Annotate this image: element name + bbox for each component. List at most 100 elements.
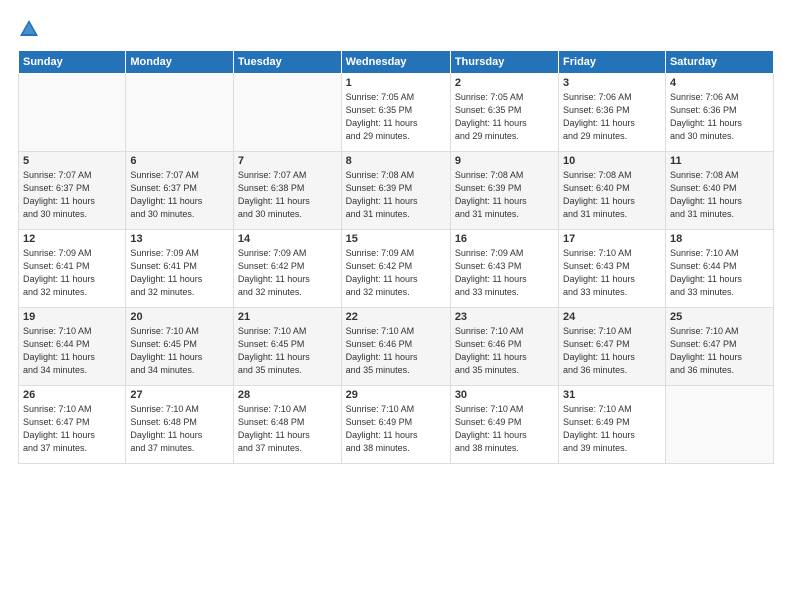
calendar-cell: 26 Sunrise: 7:10 AMSunset: 6:47 PMDayligh…: [19, 386, 126, 464]
day-info: Sunrise: 7:10 AMSunset: 6:44 PMDaylight:…: [23, 325, 121, 377]
calendar-cell: 21 Sunrise: 7:10 AMSunset: 6:45 PMDayligh…: [233, 308, 341, 386]
calendar-header-wednesday: Wednesday: [341, 51, 450, 74]
day-number: 12: [23, 233, 121, 245]
day-number: 17: [563, 233, 661, 245]
day-info: Sunrise: 7:09 AMSunset: 6:41 PMDaylight:…: [130, 247, 229, 299]
day-info: Sunrise: 7:05 AMSunset: 6:35 PMDaylight:…: [346, 91, 446, 143]
day-info: Sunrise: 7:08 AMSunset: 6:39 PMDaylight:…: [346, 169, 446, 221]
day-number: 25: [670, 311, 769, 323]
calendar-cell: 4 Sunrise: 7:06 AMSunset: 6:36 PMDaylight…: [665, 74, 773, 152]
day-info: Sunrise: 7:09 AMSunset: 6:42 PMDaylight:…: [346, 247, 446, 299]
calendar-cell: 19 Sunrise: 7:10 AMSunset: 6:44 PMDayligh…: [19, 308, 126, 386]
day-number: 16: [455, 233, 554, 245]
day-info: Sunrise: 7:07 AMSunset: 6:38 PMDaylight:…: [238, 169, 337, 221]
day-info: Sunrise: 7:10 AMSunset: 6:47 PMDaylight:…: [23, 403, 121, 455]
logo: [18, 18, 43, 40]
calendar-cell: 22 Sunrise: 7:10 AMSunset: 6:46 PMDayligh…: [341, 308, 450, 386]
calendar-cell: [665, 386, 773, 464]
calendar-week-row: 19 Sunrise: 7:10 AMSunset: 6:44 PMDayligh…: [19, 308, 774, 386]
calendar-week-row: 5 Sunrise: 7:07 AMSunset: 6:37 PMDaylight…: [19, 152, 774, 230]
day-number: 20: [130, 311, 229, 323]
day-info: Sunrise: 7:10 AMSunset: 6:45 PMDaylight:…: [130, 325, 229, 377]
calendar-cell: 6 Sunrise: 7:07 AMSunset: 6:37 PMDaylight…: [126, 152, 234, 230]
day-number: 21: [238, 311, 337, 323]
calendar-cell: 30 Sunrise: 7:10 AMSunset: 6:49 PMDayligh…: [450, 386, 558, 464]
calendar-cell: 16 Sunrise: 7:09 AMSunset: 6:43 PMDayligh…: [450, 230, 558, 308]
day-info: Sunrise: 7:09 AMSunset: 6:41 PMDaylight:…: [23, 247, 121, 299]
day-number: 1: [346, 77, 446, 89]
day-number: 30: [455, 389, 554, 401]
day-number: 10: [563, 155, 661, 167]
calendar-cell: 29Sunrise: 7:10 AMSunset: 6:49 PMDayligh…: [341, 386, 450, 464]
day-info: Sunrise: 7:10 AMSunset: 6:46 PMDaylight:…: [346, 325, 446, 377]
calendar-header-saturday: Saturday: [665, 51, 773, 74]
day-info: Sunrise: 7:09 AMSunset: 6:42 PMDaylight:…: [238, 247, 337, 299]
calendar-week-row: 1 Sunrise: 7:05 AMSunset: 6:35 PMDaylight…: [19, 74, 774, 152]
day-number: 24: [563, 311, 661, 323]
day-number: 4: [670, 77, 769, 89]
day-info: Sunrise: 7:10 AMSunset: 6:49 PMDaylight:…: [563, 403, 661, 455]
day-info: Sunrise: 7:06 AMSunset: 6:36 PMDaylight:…: [563, 91, 661, 143]
day-info: Sunrise: 7:09 AMSunset: 6:43 PMDaylight:…: [455, 247, 554, 299]
day-number: 5: [23, 155, 121, 167]
calendar-cell: 17 Sunrise: 7:10 AMSunset: 6:43 PMDayligh…: [559, 230, 666, 308]
day-info: Sunrise: 7:08 AMSunset: 6:40 PMDaylight:…: [563, 169, 661, 221]
day-number: 8: [346, 155, 446, 167]
day-number: 28: [238, 389, 337, 401]
calendar-cell: 13 Sunrise: 7:09 AMSunset: 6:41 PMDayligh…: [126, 230, 234, 308]
calendar-cell: 1 Sunrise: 7:05 AMSunset: 6:35 PMDaylight…: [341, 74, 450, 152]
logo-icon: [18, 18, 40, 40]
day-info: Sunrise: 7:10 AMSunset: 6:44 PMDaylight:…: [670, 247, 769, 299]
calendar-header-monday: Monday: [126, 51, 234, 74]
day-number: 14: [238, 233, 337, 245]
day-info: Sunrise: 7:05 AMSunset: 6:35 PMDaylight:…: [455, 91, 554, 143]
day-number: 3: [563, 77, 661, 89]
day-info: Sunrise: 7:10 AMSunset: 6:47 PMDaylight:…: [563, 325, 661, 377]
calendar-cell: 14 Sunrise: 7:09 AMSunset: 6:42 PMDayligh…: [233, 230, 341, 308]
day-number: 6: [130, 155, 229, 167]
calendar-cell: 31 Sunrise: 7:10 AMSunset: 6:49 PMDayligh…: [559, 386, 666, 464]
day-info: Sunrise: 7:10 AMSunset: 6:47 PMDaylight:…: [670, 325, 769, 377]
day-number: 2: [455, 77, 554, 89]
day-info: Sunrise: 7:08 AMSunset: 6:40 PMDaylight:…: [670, 169, 769, 221]
day-number: 7: [238, 155, 337, 167]
calendar-cell: 25 Sunrise: 7:10 AMSunset: 6:47 PMDayligh…: [665, 308, 773, 386]
day-info: Sunrise: 7:10 AMSunset: 6:49 PMDaylight:…: [346, 403, 446, 455]
calendar-cell: [126, 74, 234, 152]
day-number: 13: [130, 233, 229, 245]
calendar-cell: 24 Sunrise: 7:10 AMSunset: 6:47 PMDayligh…: [559, 308, 666, 386]
day-number: 9: [455, 155, 554, 167]
calendar-table: SundayMondayTuesdayWednesdayThursdayFrid…: [18, 50, 774, 464]
calendar-header-thursday: Thursday: [450, 51, 558, 74]
calendar-cell: 28 Sunrise: 7:10 AMSunset: 6:48 PMDayligh…: [233, 386, 341, 464]
calendar-week-row: 12 Sunrise: 7:09 AMSunset: 6:41 PMDayligh…: [19, 230, 774, 308]
calendar-cell: 8 Sunrise: 7:08 AMSunset: 6:39 PMDaylight…: [341, 152, 450, 230]
calendar-cell: 12 Sunrise: 7:09 AMSunset: 6:41 PMDayligh…: [19, 230, 126, 308]
day-number: 27: [130, 389, 229, 401]
day-info: Sunrise: 7:07 AMSunset: 6:37 PMDaylight:…: [23, 169, 121, 221]
calendar-cell: 23Sunrise: 7:10 AMSunset: 6:46 PMDayligh…: [450, 308, 558, 386]
calendar-header-friday: Friday: [559, 51, 666, 74]
calendar-cell: 10 Sunrise: 7:08 AMSunset: 6:40 PMDayligh…: [559, 152, 666, 230]
day-number: 11: [670, 155, 769, 167]
day-number: 26: [23, 389, 121, 401]
day-number: 18: [670, 233, 769, 245]
calendar-cell: [19, 74, 126, 152]
day-info: Sunrise: 7:10 AMSunset: 6:48 PMDaylight:…: [238, 403, 337, 455]
calendar-cell: 2 Sunrise: 7:05 AMSunset: 6:35 PMDaylight…: [450, 74, 558, 152]
day-info: Sunrise: 7:10 AMSunset: 6:49 PMDaylight:…: [455, 403, 554, 455]
calendar-header-tuesday: Tuesday: [233, 51, 341, 74]
day-info: Sunrise: 7:07 AMSunset: 6:37 PMDaylight:…: [130, 169, 229, 221]
day-number: 31: [563, 389, 661, 401]
day-info: Sunrise: 7:10 AMSunset: 6:43 PMDaylight:…: [563, 247, 661, 299]
calendar-cell: 18 Sunrise: 7:10 AMSunset: 6:44 PMDayligh…: [665, 230, 773, 308]
calendar-cell: [233, 74, 341, 152]
day-info: Sunrise: 7:06 AMSunset: 6:36 PMDaylight:…: [670, 91, 769, 143]
day-info: Sunrise: 7:10 AMSunset: 6:45 PMDaylight:…: [238, 325, 337, 377]
header: [18, 18, 774, 40]
calendar-page: SundayMondayTuesdayWednesdayThursdayFrid…: [0, 0, 792, 612]
day-number: 19: [23, 311, 121, 323]
day-number: 22: [346, 311, 446, 323]
calendar-week-row: 26 Sunrise: 7:10 AMSunset: 6:47 PMDayligh…: [19, 386, 774, 464]
day-info: Sunrise: 7:10 AMSunset: 6:48 PMDaylight:…: [130, 403, 229, 455]
